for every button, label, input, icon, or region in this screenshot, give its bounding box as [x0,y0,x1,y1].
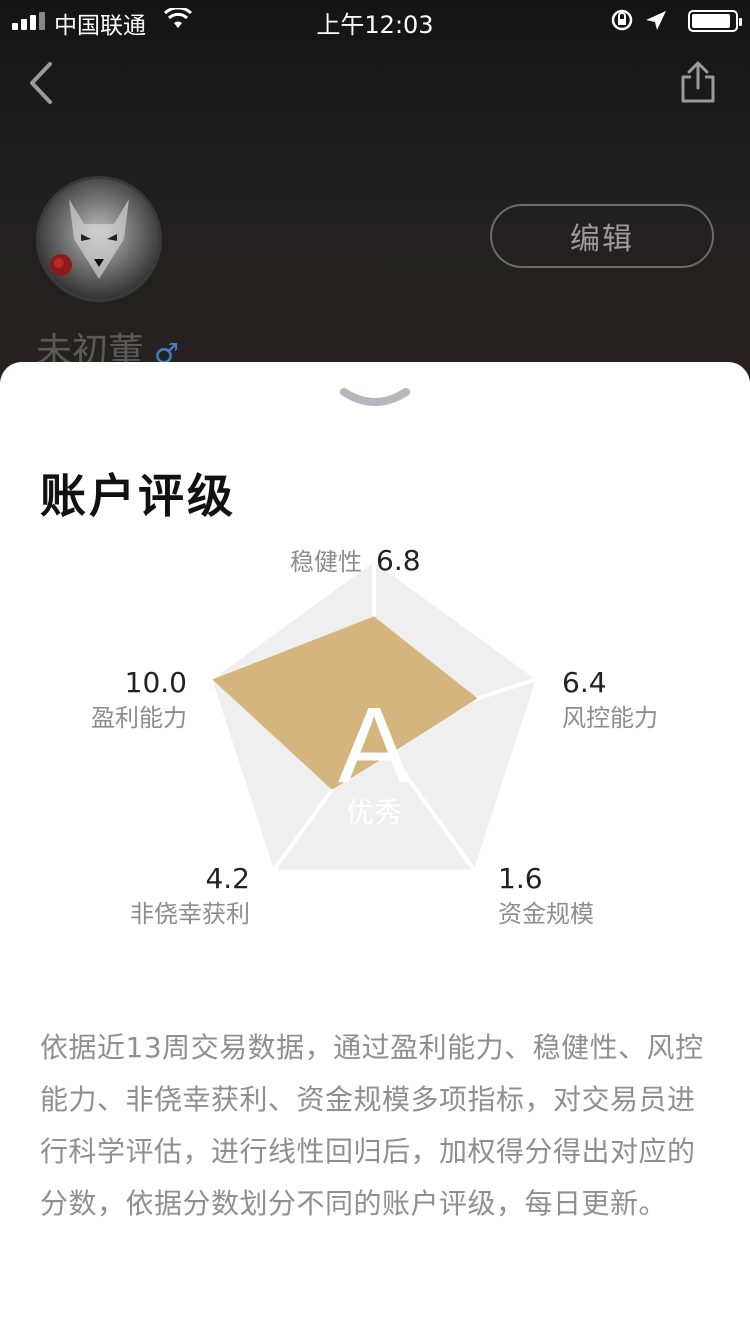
lock-location-icons [611,9,666,31]
sheet-title: 账户评级 [40,469,236,523]
wolf-avatar-image [50,199,129,279]
metric-value: 10.0 [125,666,187,699]
metric-label: 稳健性 [290,548,362,576]
rating-radar-chart: A优秀 6.8 稳健性 6.4 风控能力 1.6 资金规模 4.2 非侥幸获利 10.0 盈利能力 [91,544,658,928]
metric-label: 风控能力 [562,704,658,732]
edit-button[interactable]: 编辑 [490,204,714,268]
metric-value: 4.2 [205,862,250,895]
share-icon[interactable] [680,60,716,104]
metric-value: 6.4 [562,666,607,699]
battery-level [692,14,730,28]
metric-value: 6.8 [376,544,421,577]
metric-value: 1.6 [498,862,543,895]
account-rating-sheet: 账户评级 A 优秀 6.8 稳健性 6.4 风控能力 1.6 资金规模 4.2 非侥幸获利 10.0… [0,362,750,1334]
grade-label: 优秀 [346,796,402,829]
avatar[interactable] [36,176,162,302]
status-bar: 中国联通 上午12:03 [0,0,750,40]
metric-label: 非侥幸获利 [130,900,250,928]
metric-label: 资金规模 [498,900,594,928]
battery-icon [688,10,742,32]
metric-label: 盈利能力 [91,704,187,732]
back-icon[interactable] [26,60,56,106]
collapse-chevron-icon[interactable] [338,386,412,410]
rating-description: 依据近13周交易数据，通过盈利能力、稳健性、风控能力、非侥幸获利、资金规模多项指… [40,1031,704,1220]
grade-letter: A [338,684,410,805]
